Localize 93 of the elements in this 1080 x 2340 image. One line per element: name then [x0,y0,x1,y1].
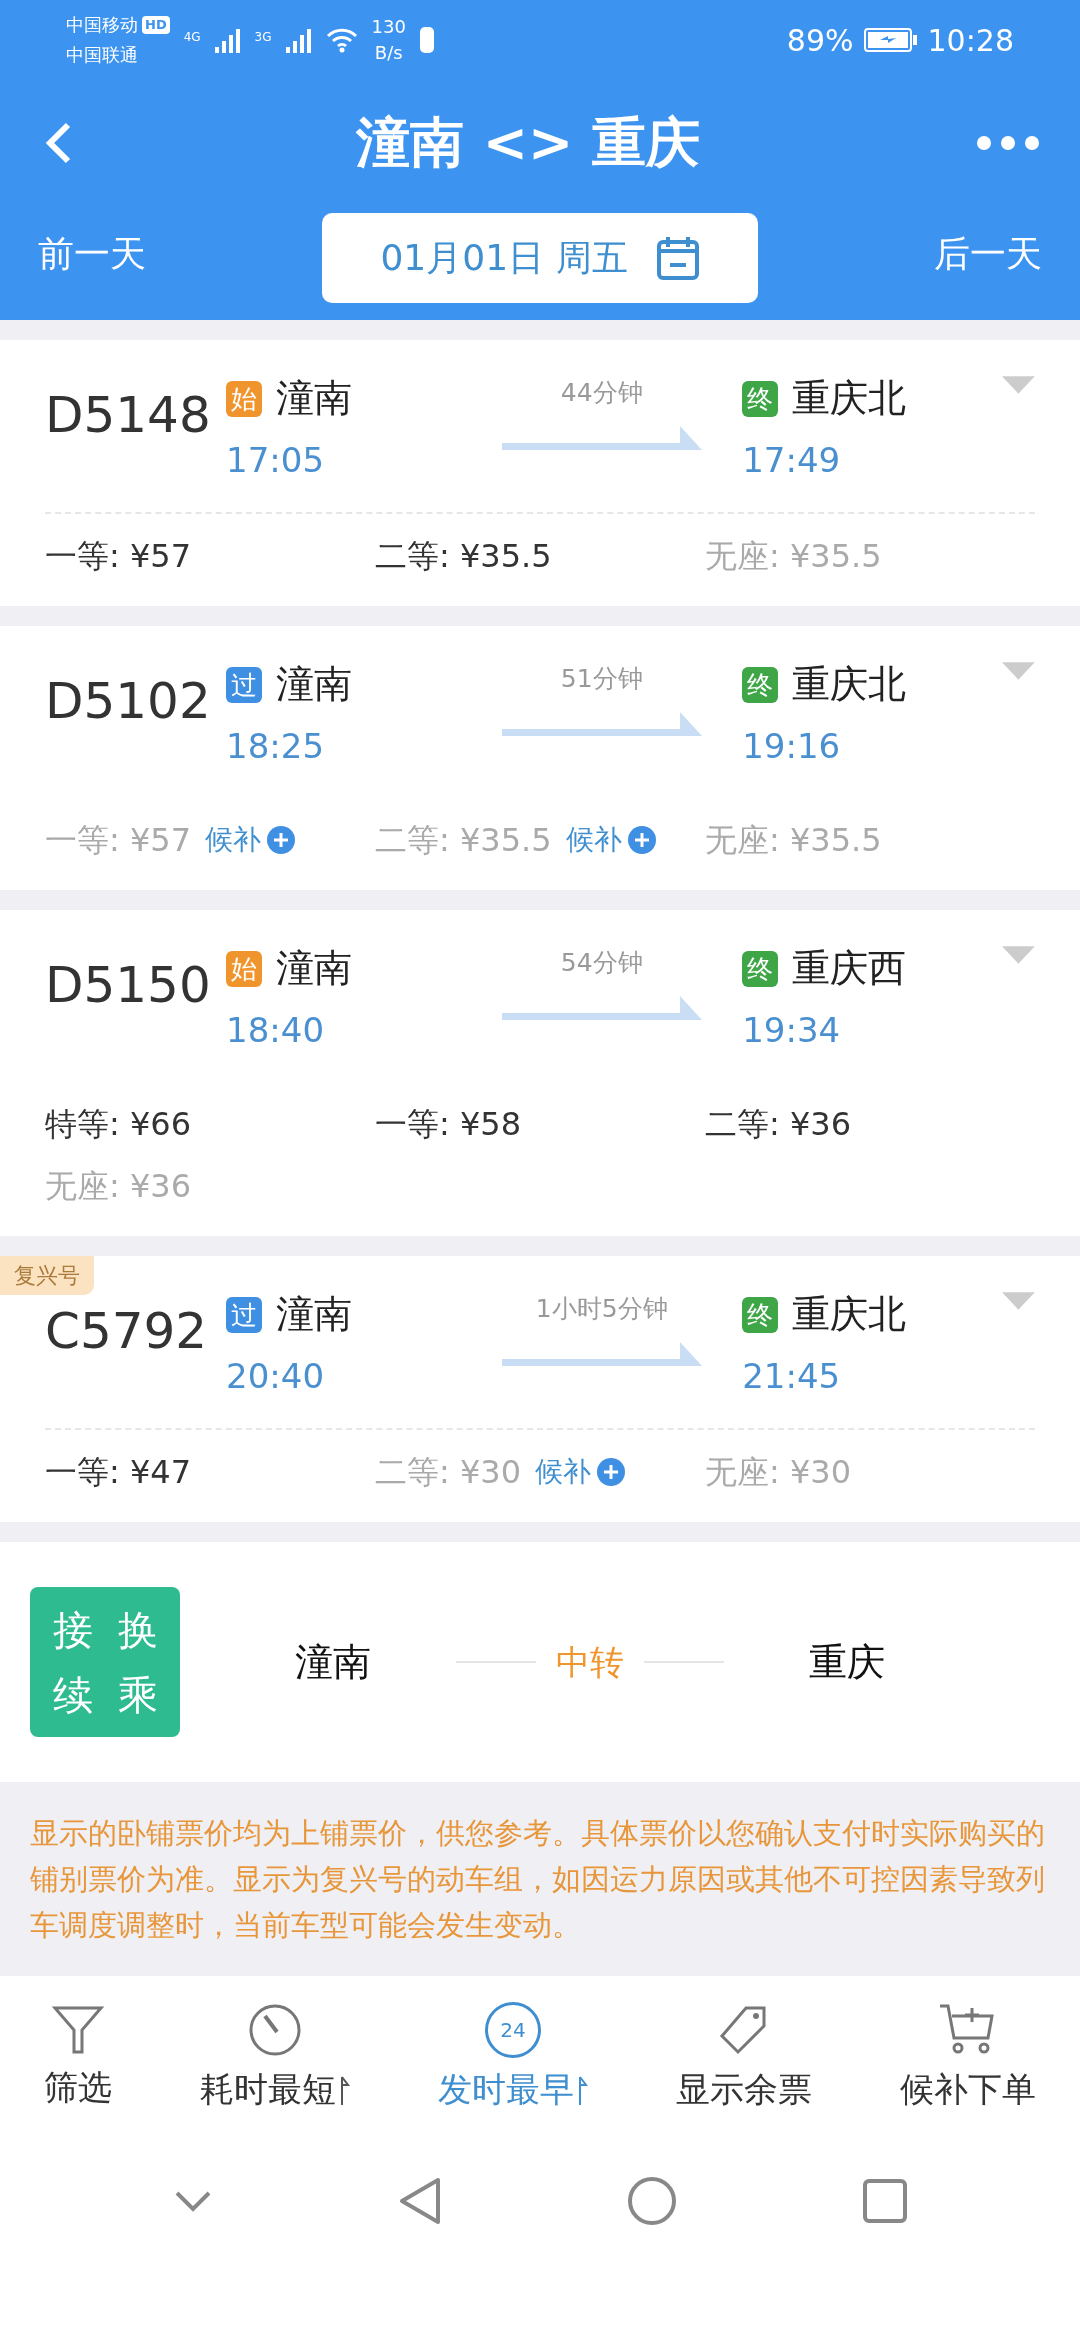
seat-price: 二等: ¥30 [375,1452,522,1493]
station-name: 重庆北 [792,1291,907,1338]
arrow-icon [501,711,702,736]
seat-price: 一等: ¥57 [45,536,192,577]
network-type: 3G [254,29,272,46]
station-name: 潼南 [276,661,353,708]
toolbar-button[interactable]: 耗时最短 [200,2002,350,2115]
train-card[interactable]: D5148 始 潼南 17:05 44分钟 终 重庆北 17:49 一等: ¥57 二等: ¥35.5 无座: ¥35.5 [0,340,1080,606]
station-badge: 终 [742,1296,779,1333]
arrive-time: 19:34 [742,1009,842,1052]
station-name: 潼南 [276,945,353,992]
seat-price: 二等: ¥35.5 [375,536,552,577]
station-name: 潼南 [276,375,353,422]
wifi-icon [325,27,358,53]
seat-price: 二等: ¥35.5 [375,820,552,861]
station-badge: 终 [742,666,779,703]
expand-icon[interactable] [1002,1292,1035,1310]
carrier-name: 中国联通 [66,43,139,67]
network-type: 4G [183,29,201,46]
duration-text: 44分钟 [560,377,643,409]
battery-icon [863,28,918,52]
seat-price: 无座: ¥35.5 [705,820,882,861]
arrow-icon [501,425,702,450]
signal-icon [285,27,312,53]
station-name: 重庆北 [792,375,907,422]
clock-time: 10:28 [927,21,1014,60]
train-card[interactable]: D5102 过 潼南 18:25 51分钟 终 重庆北 19:16 一等: ¥57 候补 二等: ¥35.5 候补 无座: ¥35.5 [0,626,1080,890]
expand-icon[interactable] [1002,946,1035,964]
seat-price: 无座: ¥36 [45,1166,192,1207]
train-number: D5102 [45,671,212,732]
train-number: D5148 [45,385,212,446]
depart-time: 20:40 [226,1355,326,1398]
station-badge: 终 [742,380,779,417]
plus-icon [267,826,296,854]
carrier-name: 中国移动 [66,13,138,37]
signal-icon [214,27,241,53]
back-nav-icon[interactable] [397,2176,442,2226]
station-badge: 过 [226,666,263,703]
duration-text: 1小时5分钟 [535,1293,668,1325]
page-title: 潼南 <> 重庆 [355,110,701,176]
seat-price: 二等: ¥36 [705,1104,852,1145]
toolbar-button[interactable]: 筛选 [44,2002,112,2113]
station-name: 重庆北 [792,661,907,708]
train-card[interactable]: D5150 始 潼南 18:40 54分钟 终 重庆西 19:34 特等: ¥66 一等: ¥58 二等: ¥36 无座: ¥36 [0,910,1080,1236]
notification-icon [419,27,434,53]
transfer-label: 中转 [556,1640,624,1684]
duration-text: 54分钟 [560,947,643,979]
seat-price: 特等: ¥66 [45,1104,192,1145]
station-name: 潼南 [295,1638,371,1686]
hd-badge: HD [142,16,170,34]
depart-time: 18:25 [226,725,326,768]
station-badge: 终 [742,950,779,987]
seat-price: 无座: ¥30 [705,1452,852,1493]
train-number: C5792 [45,1301,209,1362]
arrow-icon [501,1341,702,1366]
arrive-time: 19:16 [742,725,842,768]
seat-price: 一等: ¥58 [375,1104,522,1145]
seat-price: 无座: ¥35.5 [705,536,882,577]
station-name: 潼南 [276,1291,353,1338]
duration-text: 51分钟 [560,663,643,695]
recents-nav-icon[interactable] [861,2178,908,2224]
train-card[interactable]: 复兴号 C5792 过 潼南 20:40 1小时5分钟 终 重庆北 21:45 一等: ¥47 二等: ¥30 候补 无座: ¥30 [0,1256,1080,1522]
expand-icon[interactable] [1002,662,1035,680]
toolbar-button[interactable]: 显示余票 [676,2002,812,2115]
depart-time: 18:40 [226,1009,326,1052]
station-name: 重庆西 [792,945,907,992]
more-icon[interactable] [976,134,1040,151]
expand-icon[interactable] [1002,376,1035,394]
speed-unit: B/s [374,41,403,65]
home-nav-icon[interactable] [626,2176,677,2226]
clock-icon: 24 [485,2002,541,2058]
plus-icon [597,1458,626,1486]
plus-icon [627,826,656,854]
train-tag: 复兴号 [0,1256,94,1295]
station-badge: 始 [226,380,263,417]
stopwatch-icon [247,2002,303,2058]
seat-price: 一等: ¥57 [45,820,192,861]
depart-time: 17:05 [226,439,326,482]
transfer-card[interactable]: 接 换 续 乘 潼南 中转 重庆 [0,1542,1080,1782]
notice-text: 显示的卧铺票价均为上铺票价，供您参考。具体票价以您确认支付时实际购买的铺别票价为准。显示为复兴号的动车组，如因运力原因或其他不可控因素导致列车调度调整时，当前车型可能会发生变动。 [29,1815,1046,1944]
arrow-icon [501,995,702,1020]
network-speed: 130 [371,15,406,39]
battery-percent: 89% [786,21,854,60]
arrive-time: 21:45 [742,1355,842,1398]
station-badge: 始 [226,950,263,987]
train-number: D5150 [45,955,212,1016]
seat-price: 一等: ¥47 [45,1452,192,1493]
calendar-icon [655,235,700,281]
station-name: 重庆 [809,1638,885,1686]
toolbar-button[interactable]: 候补下单 [900,2002,1036,2115]
station-badge: 过 [226,1296,263,1333]
arrive-time: 17:49 [742,439,842,482]
transfer-badge: 接 换 续 乘 [30,1587,180,1737]
